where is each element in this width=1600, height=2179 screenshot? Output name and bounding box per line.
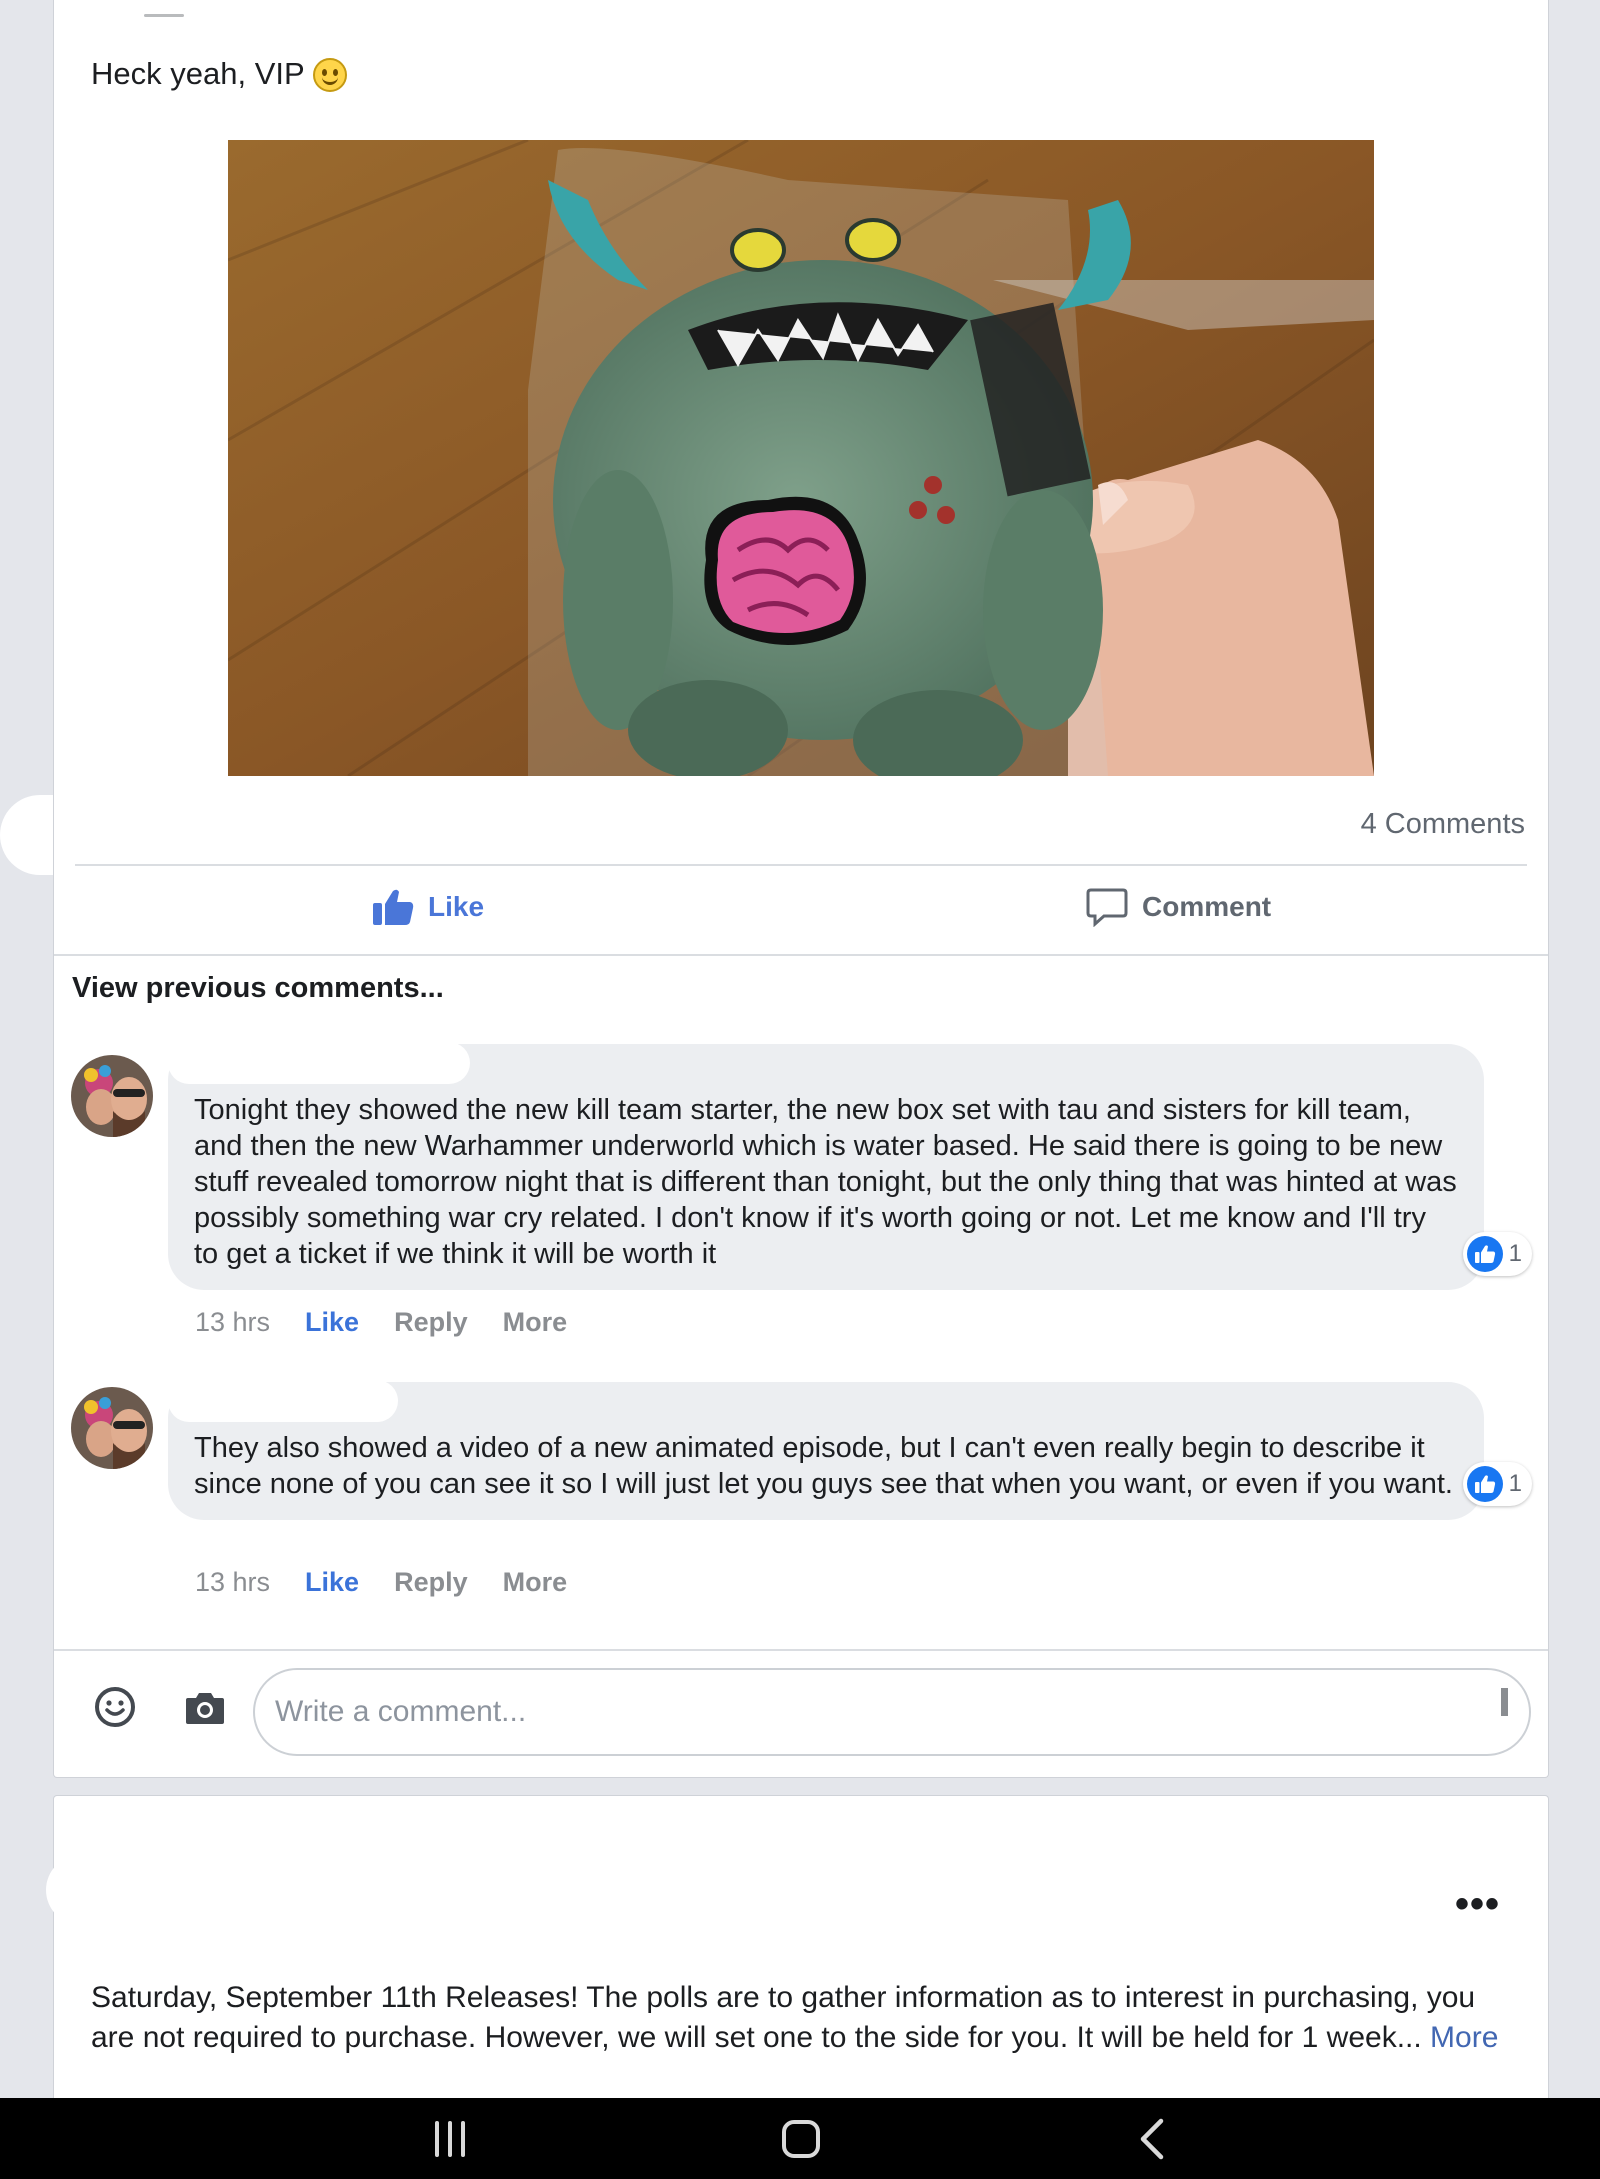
home-button[interactable]	[779, 2114, 823, 2164]
comment-meta: 13 hrs Like Reply More	[195, 1567, 567, 1598]
plush-monster-photo	[228, 140, 1374, 776]
see-more-link[interactable]: More	[1430, 2021, 1498, 2054]
recent-apps-icon	[435, 2121, 439, 2157]
recent-apps-button[interactable]	[430, 2114, 470, 2164]
post-image[interactable]	[228, 140, 1374, 776]
divider	[75, 864, 1527, 866]
comment-text: They also showed a video of a new animat…	[194, 1432, 1453, 1500]
divider	[54, 1649, 1548, 1651]
redacted-area	[46, 1855, 206, 1925]
post-text: Heck yeah, VIP	[91, 54, 347, 94]
smiley-icon	[95, 1687, 135, 1727]
comment-input[interactable]	[253, 1668, 1531, 1756]
comment-text: Tonight they showed the new kill team st…	[194, 1094, 1457, 1270]
comments-count[interactable]: 4 Comments	[1361, 808, 1525, 841]
home-icon	[782, 2120, 820, 2158]
comment-reply-link[interactable]: Reply	[394, 1307, 468, 1338]
reaction-count[interactable]: 1	[1462, 1462, 1532, 1506]
speech-bubble-icon	[1086, 888, 1128, 927]
more-options-icon[interactable]: •••	[1455, 1882, 1500, 1927]
camera-icon	[186, 1693, 224, 1724]
comment-more-link[interactable]: More	[503, 1307, 568, 1338]
android-navigation-bar	[0, 2098, 1600, 2179]
like-button[interactable]: Like	[372, 887, 484, 927]
text-cursor	[1501, 1688, 1508, 1716]
smiley-emoji-icon	[312, 58, 347, 92]
reaction-count[interactable]: 1	[1462, 1232, 1532, 1276]
back-chevron-icon	[1140, 2118, 1164, 2160]
divider	[54, 954, 1548, 956]
avatar[interactable]	[71, 1055, 153, 1137]
avatar-photo	[71, 1387, 153, 1469]
comment-time: 13 hrs	[195, 1307, 271, 1337]
view-previous-comments-link[interactable]: View previous comments...	[72, 972, 444, 1005]
comment-bubble[interactable]: They also showed a video of a new animat…	[168, 1380, 1532, 1520]
commenter-name-redacted	[168, 1380, 398, 1422]
comment-button[interactable]: Comment	[1086, 887, 1271, 927]
like-reaction-icon	[1466, 1236, 1503, 1272]
emoji-button[interactable]	[94, 1686, 136, 1728]
post-author-redacted	[124, 10, 224, 20]
commenter-name-redacted	[168, 1042, 470, 1084]
comment-time: 13 hrs	[195, 1567, 271, 1597]
comment-reply-link[interactable]: Reply	[394, 1567, 468, 1598]
comment-meta: 13 hrs Like Reply More	[195, 1307, 567, 1338]
thumbs-up-icon	[373, 889, 414, 925]
like-reaction-icon	[1466, 1466, 1503, 1502]
avatar-photo	[71, 1055, 153, 1137]
post-text: Saturday, September 11th Releases! The p…	[91, 1981, 1499, 2054]
back-button[interactable]	[1132, 2114, 1172, 2164]
comment-like-link[interactable]: Like	[305, 1307, 359, 1338]
comment-bubble[interactable]: Tonight they showed the new kill team st…	[168, 1042, 1532, 1290]
comment-like-link[interactable]: Like	[305, 1567, 359, 1598]
post-card: Heck yeah, VIP 4 Comments Like Comment V…	[53, 0, 1549, 1778]
avatar[interactable]	[71, 1387, 153, 1469]
camera-button[interactable]	[184, 1690, 226, 1726]
comment-more-link[interactable]: More	[503, 1567, 568, 1598]
